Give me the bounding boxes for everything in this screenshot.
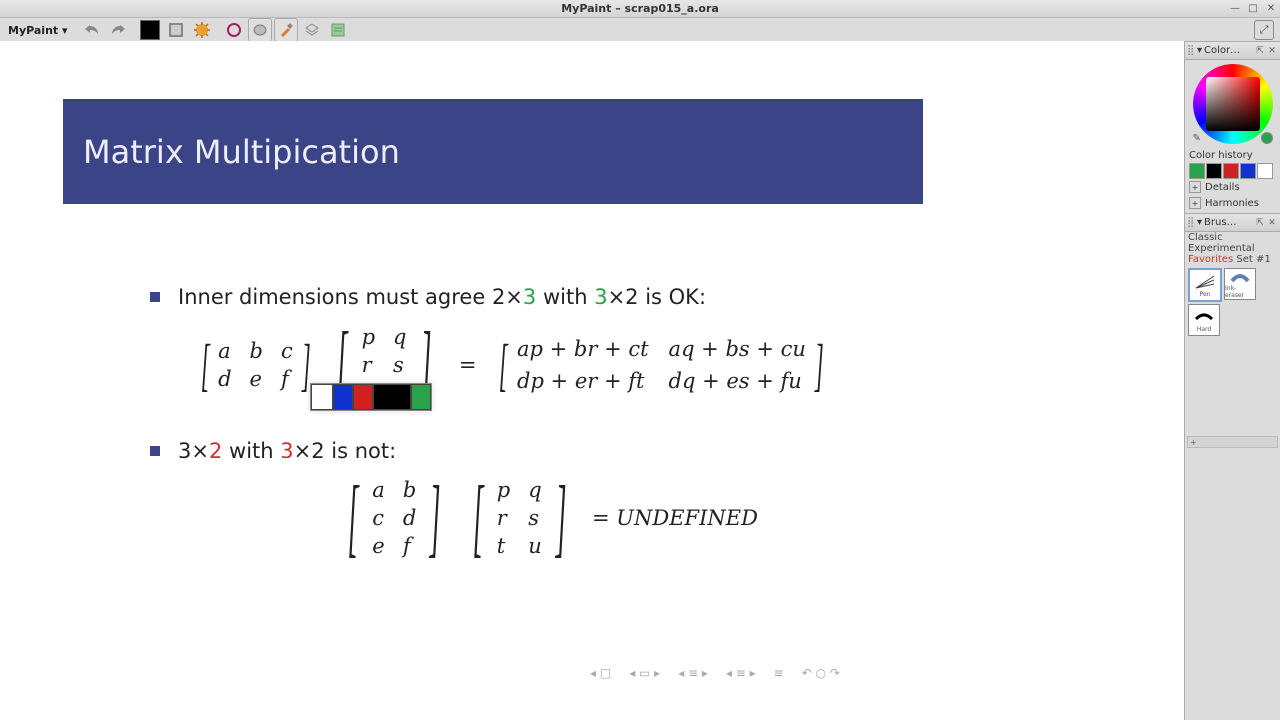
window-minimize-button[interactable]: — [1228, 1, 1242, 15]
history-swatch[interactable] [1206, 163, 1222, 179]
brush-panel-header[interactable]: ⣿ ▾ Brus… ⇱ ✕ [1185, 213, 1280, 232]
history-swatch[interactable] [1223, 163, 1239, 179]
brush-list: Pen Ink-eraser Hard [1185, 265, 1280, 339]
color-history [1189, 163, 1276, 179]
nav-current-icon[interactable]: ≡ [774, 666, 784, 680]
nav-next-icon[interactable]: ◂ ≡ ▸ [726, 666, 756, 680]
window-titlebar: MyPaint – scrap015_a.ora — □ ✕ [0, 0, 1280, 18]
color-picker-button[interactable] [164, 18, 188, 42]
redo-button[interactable] [106, 18, 130, 42]
equation-2: [ ab cd ef ] [ pq rs tu ] = UNDEFINED [150, 478, 864, 558]
nav-first-icon[interactable]: ◂ □ [590, 666, 611, 680]
brush-group-classic[interactable]: Classic [1188, 232, 1277, 243]
popup-swatch-green[interactable] [411, 384, 431, 410]
popup-swatch-blue[interactable] [333, 384, 353, 410]
color-circle-tool[interactable] [222, 18, 246, 42]
slide-content: Inner dimensions must agree 2×3 with 3×2… [150, 281, 864, 582]
brush-pen[interactable]: Pen [1188, 268, 1222, 302]
brush-panel-title: Brus… [1204, 217, 1254, 228]
slide-header: Matrix Multipication [63, 99, 923, 204]
undefined-label: = UNDEFINED [592, 506, 758, 530]
expand-icon[interactable]: + [1189, 181, 1201, 193]
panel-close-icon[interactable]: ✕ [1266, 46, 1278, 56]
color-panel-title: Color… [1204, 45, 1254, 56]
panel-menu-icon[interactable]: ▾ [1197, 45, 1202, 56]
color-history-label: Color history [1189, 150, 1276, 161]
color-quickpick-popup[interactable] [310, 383, 432, 411]
panel-grip-icon[interactable]: ⣿ [1187, 217, 1197, 228]
ellipse-tool[interactable] [248, 18, 272, 42]
panel-add-button[interactable]: + [1187, 436, 1278, 448]
main-toolbar: MyPaint ▾ ⤢ [0, 18, 1280, 43]
nav-prev-icon[interactable]: ◂ ≡ ▸ [678, 666, 708, 680]
recenter-button[interactable]: ⤢ [1254, 20, 1274, 40]
brush-group-experimental[interactable]: Experimental [1188, 243, 1277, 254]
bullet-icon [150, 446, 160, 456]
popup-swatch-white[interactable] [311, 384, 333, 410]
current-color-sample [1261, 132, 1273, 144]
brush-groups: Classic Experimental Favorites Set #1 [1185, 232, 1280, 265]
brush-ink-eraser[interactable]: Ink-eraser [1224, 268, 1256, 300]
side-panels: ⣿ ▾ Color… ⇱ ✕ ✎ Color history +Deta [1184, 41, 1280, 720]
expand-icon[interactable]: + [1189, 197, 1201, 209]
undo-button[interactable] [80, 18, 104, 42]
slide-nav-icons: ◂ □ ◂ ▭ ▸ ◂ ≡ ▸ ◂ ≡ ▸ ≡ ↶ ○ ↷ [590, 666, 840, 680]
scratchpad-button[interactable] [326, 18, 350, 42]
panel-detach-icon[interactable]: ⇱ [1254, 46, 1266, 56]
popup-swatch-black[interactable] [373, 384, 411, 410]
brush-tool[interactable] [274, 18, 298, 42]
brush-group-favorites[interactable]: Favorites [1188, 254, 1233, 265]
equation-1: [ abc def ] [ pq rs tu ] = [ ap + br + c… [160, 325, 864, 405]
current-color-swatch[interactable] [138, 18, 162, 42]
nav-prev-section-icon[interactable]: ◂ ▭ ▸ [629, 666, 660, 680]
layer-tool[interactable] [300, 18, 324, 42]
brush-settings-button[interactable] [190, 18, 214, 42]
panel-menu-icon[interactable]: ▾ [1197, 217, 1202, 228]
color-wheel[interactable]: ✎ [1185, 60, 1280, 148]
bullet1-text: Inner dimensions must agree 2×3 with 3×2… [178, 281, 706, 315]
slide-title: Matrix Multipication [83, 133, 400, 171]
brush-hard[interactable]: Hard [1188, 304, 1220, 336]
history-swatch[interactable] [1257, 163, 1273, 179]
nav-undo-icon[interactable]: ↶ ○ ↷ [802, 666, 840, 680]
history-swatch[interactable] [1240, 163, 1256, 179]
brush-group-set1[interactable]: Set #1 [1236, 254, 1270, 265]
panel-grip-icon[interactable]: ⣿ [1187, 45, 1197, 56]
window-maximize-button[interactable]: □ [1246, 1, 1260, 15]
bullet-icon [150, 292, 160, 302]
window-close-button[interactable]: ✕ [1264, 1, 1278, 15]
harmonies-link[interactable]: Harmonies [1205, 198, 1259, 209]
app-menu[interactable]: MyPaint ▾ [4, 22, 72, 39]
popup-swatch-red[interactable] [353, 384, 373, 410]
eyedropper-icon[interactable]: ✎ [1193, 133, 1201, 144]
window-title: MyPaint – scrap015_a.ora [0, 2, 1280, 15]
bullet2-text: 3×2 with 3×2 is not: [178, 435, 396, 469]
panel-detach-icon[interactable]: ⇱ [1254, 218, 1266, 228]
canvas[interactable]: Matrix Multipication Inner dimensions mu… [0, 41, 1184, 720]
history-swatch[interactable] [1189, 163, 1205, 179]
panel-close-icon[interactable]: ✕ [1266, 218, 1278, 228]
details-link[interactable]: Details [1205, 182, 1240, 193]
color-panel-header[interactable]: ⣿ ▾ Color… ⇱ ✕ [1185, 41, 1280, 60]
